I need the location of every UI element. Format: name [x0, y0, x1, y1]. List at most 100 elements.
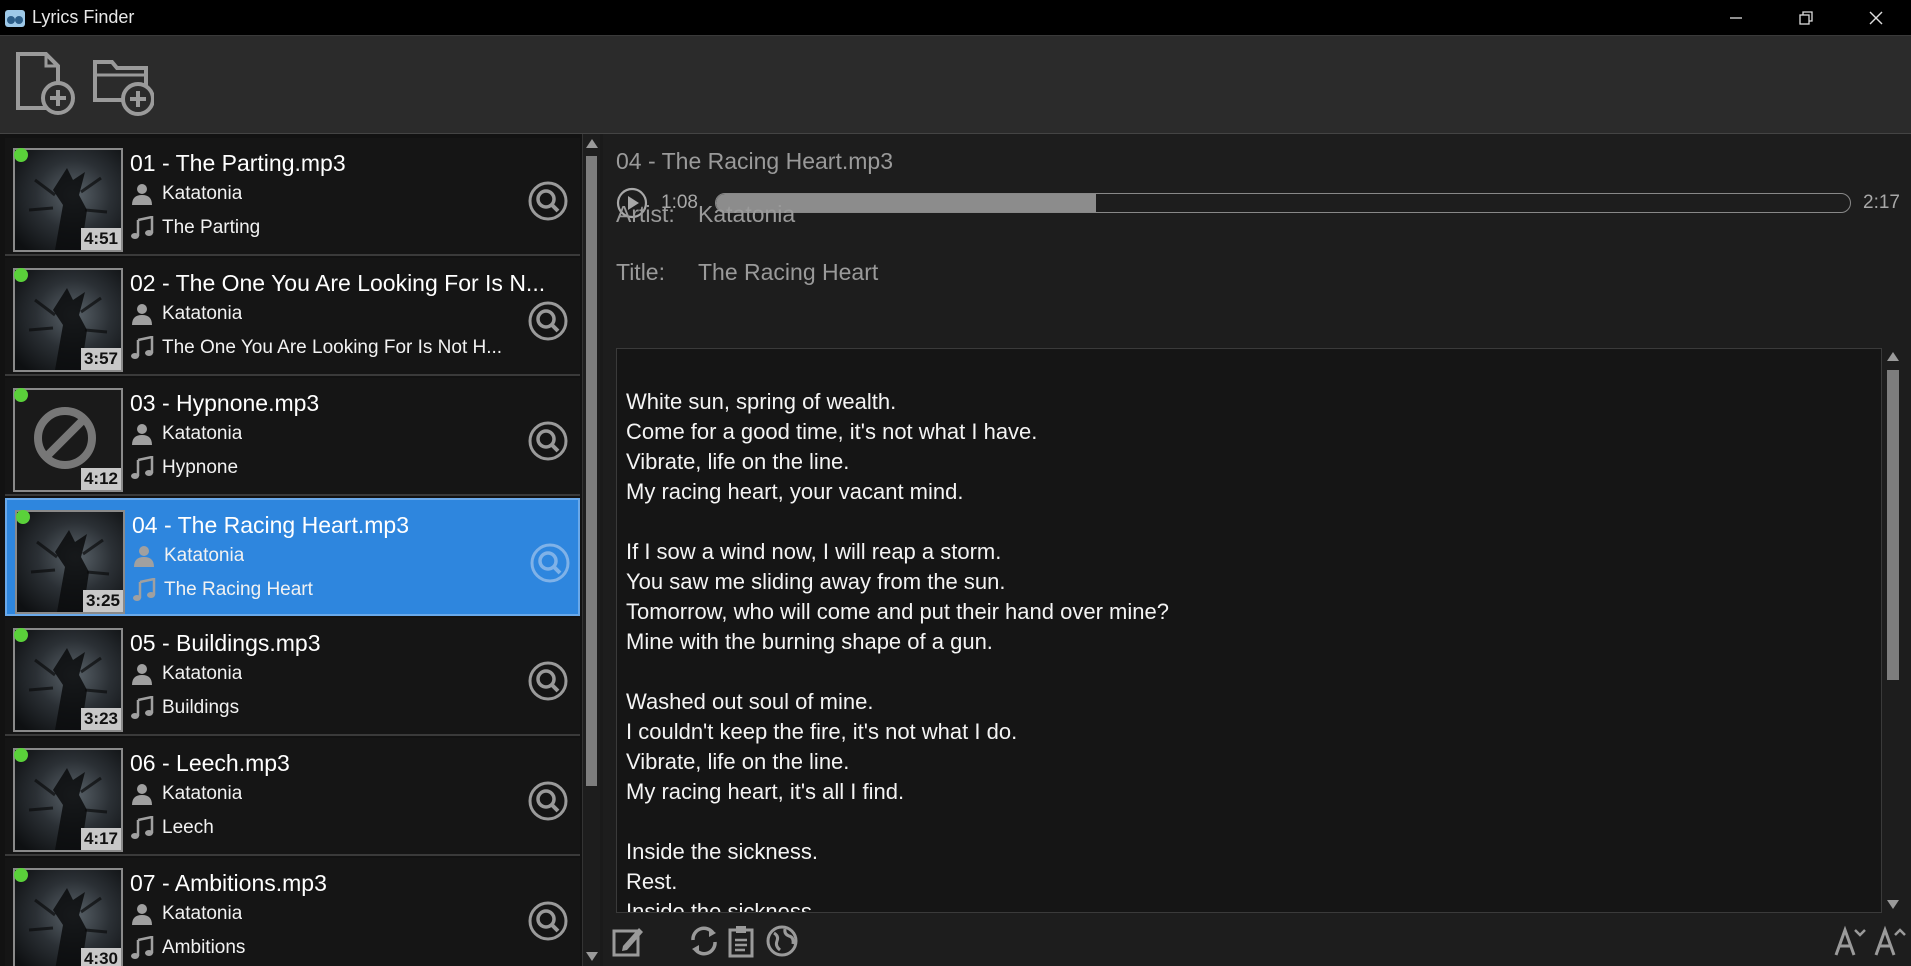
music-note-icon	[131, 816, 154, 839]
track-title: Ambitions	[162, 937, 246, 958]
person-icon	[132, 184, 152, 205]
track-file-name: 01 - The Parting.mp3	[130, 150, 346, 176]
add-folder-button[interactable]	[92, 50, 155, 116]
track-title: The Racing Heart	[164, 579, 313, 600]
track-title-row: Hypnone	[130, 456, 530, 480]
track-title: Buildings	[162, 697, 240, 718]
track-artist-row: Katatonia	[130, 182, 530, 206]
lyrics-scrollbar[interactable]	[1884, 348, 1902, 913]
clipboard-button[interactable]	[725, 924, 759, 958]
add-file-icon	[16, 52, 75, 115]
title-value[interactable]: The Racing Heart	[698, 259, 878, 286]
track-file-name: 05 - Buildings.mp3	[130, 630, 321, 656]
person-icon	[132, 304, 152, 325]
music-note-icon	[131, 456, 154, 479]
restore-button[interactable]	[1771, 0, 1841, 36]
search-icon[interactable]	[527, 300, 569, 342]
track-row[interactable]: 4:51 01 - The Parting.mp3 Katatonia The Par…	[5, 138, 580, 256]
close-button[interactable]	[1841, 0, 1911, 36]
playback-progress-bar[interactable]	[715, 193, 1851, 213]
status-indicator	[14, 628, 28, 642]
track-row[interactable]: 4:17 06 - Leech.mp3 Katatonia Leech	[5, 738, 580, 856]
track-file-name: 02 - The One You Are Looking For Is N...	[130, 270, 546, 296]
music-note-icon	[131, 216, 154, 239]
track-artist: Katatonia	[162, 423, 243, 444]
status-indicator	[14, 868, 28, 882]
minimize-button[interactable]	[1701, 0, 1771, 36]
track-artist: Katatonia	[162, 183, 243, 204]
window-title: Lyrics Finder	[32, 7, 135, 27]
lyrics-textbox[interactable]: White sun, spring of wealth. Come for a …	[616, 348, 1882, 913]
track-title-row: The One You Are Looking For Is Not H...	[130, 336, 530, 360]
status-indicator	[14, 748, 28, 762]
scroll-down-arrow[interactable]	[586, 952, 598, 961]
track-title-row: Ambitions	[130, 936, 530, 960]
track-duration: 4:30	[80, 948, 121, 966]
track-title: Leech	[162, 817, 214, 838]
search-icon[interactable]	[527, 900, 569, 942]
scroll-up-arrow[interactable]	[586, 139, 598, 148]
lyrics-toolbar	[603, 916, 1911, 966]
font-decrease-button[interactable]	[1833, 924, 1867, 958]
lyrics-scroll-up-arrow[interactable]	[1887, 352, 1899, 361]
add-file-button[interactable]	[14, 50, 76, 116]
person-icon	[134, 546, 154, 567]
web-search-button[interactable]	[765, 924, 799, 958]
track-row[interactable]: 3:25 04 - The Racing Heart.mp3 Katatonia Th…	[5, 498, 580, 616]
lyrics-scroll-down-arrow[interactable]	[1887, 900, 1899, 909]
track-file-name: 04 - The Racing Heart.mp3	[132, 512, 409, 538]
search-icon[interactable]	[527, 420, 569, 462]
track-row[interactable]: 3:57 02 - The One You Are Looking For Is …	[5, 258, 580, 376]
artist-label: Artist:	[616, 201, 675, 227]
search-icon[interactable]	[527, 660, 569, 702]
track-row[interactable]: 3:23 05 - Buildings.mp3 Katatonia Buildings	[5, 618, 580, 736]
refresh-button[interactable]	[687, 924, 721, 958]
font-increase-icon	[1874, 925, 1906, 956]
person-icon	[132, 784, 152, 805]
refresh-icon	[691, 926, 717, 956]
total-time: 2:17	[1863, 192, 1900, 213]
close-icon	[1869, 11, 1883, 25]
music-note-icon	[133, 578, 156, 601]
track-row[interactable]: 4:30 07 - Ambitions.mp3 Katatonia Ambitions	[5, 858, 580, 966]
window-controls	[1701, 0, 1911, 36]
track-artist: Katatonia	[162, 783, 243, 804]
status-indicator	[14, 388, 28, 402]
add-folder-icon	[93, 60, 155, 116]
font-increase-button[interactable]	[1873, 924, 1907, 958]
album-cover: 3:23	[13, 628, 123, 732]
track-title: Hypnone	[162, 457, 239, 478]
track-artist: Katatonia	[162, 663, 243, 684]
title-bar: Lyrics Finder	[0, 0, 1911, 36]
track-title-row: The Racing Heart	[132, 578, 532, 602]
lyrics-scrollbar-thumb[interactable]	[1887, 370, 1899, 680]
track-row[interactable]: 4:12 03 - Hypnone.mp3 Katatonia Hypnone	[5, 378, 580, 496]
app-icon	[5, 9, 25, 27]
artist-value[interactable]: Katatonia	[698, 201, 795, 228]
search-icon[interactable]	[527, 180, 569, 222]
track-file-name: 03 - Hypnone.mp3	[130, 390, 320, 416]
person-icon	[132, 424, 152, 445]
track-artist-row: Katatonia	[130, 902, 530, 926]
minimize-icon	[1730, 17, 1742, 19]
lyrics-text: White sun, spring of wealth. Come for a …	[626, 389, 1169, 913]
search-icon[interactable]	[529, 542, 571, 584]
music-note-icon	[131, 696, 154, 719]
track-list-scrollbar[interactable]	[582, 134, 600, 966]
album-cover: 3:57	[13, 268, 123, 372]
search-icon[interactable]	[527, 780, 569, 822]
track-file-name: 06 - Leech.mp3	[130, 750, 290, 776]
track-title-row: Buildings	[130, 696, 530, 720]
detail-panel: 04 - The Racing Heart.mp3 1:08 2:17 Arti…	[603, 134, 1911, 966]
track-artist-row: Katatonia	[130, 662, 530, 686]
track-title-row: Leech	[130, 816, 530, 840]
track-artist: Katatonia	[164, 545, 245, 566]
album-cover: 4:51	[13, 148, 123, 252]
track-artist: Katatonia	[162, 303, 243, 324]
edit-button[interactable]	[611, 924, 645, 958]
track-artist-row: Katatonia	[130, 422, 530, 446]
status-indicator	[16, 510, 30, 524]
scrollbar-thumb[interactable]	[586, 156, 597, 786]
clipboard-icon	[728, 926, 754, 958]
track-list[interactable]: 4:51 01 - The Parting.mp3 Katatonia The Par…	[0, 134, 582, 966]
